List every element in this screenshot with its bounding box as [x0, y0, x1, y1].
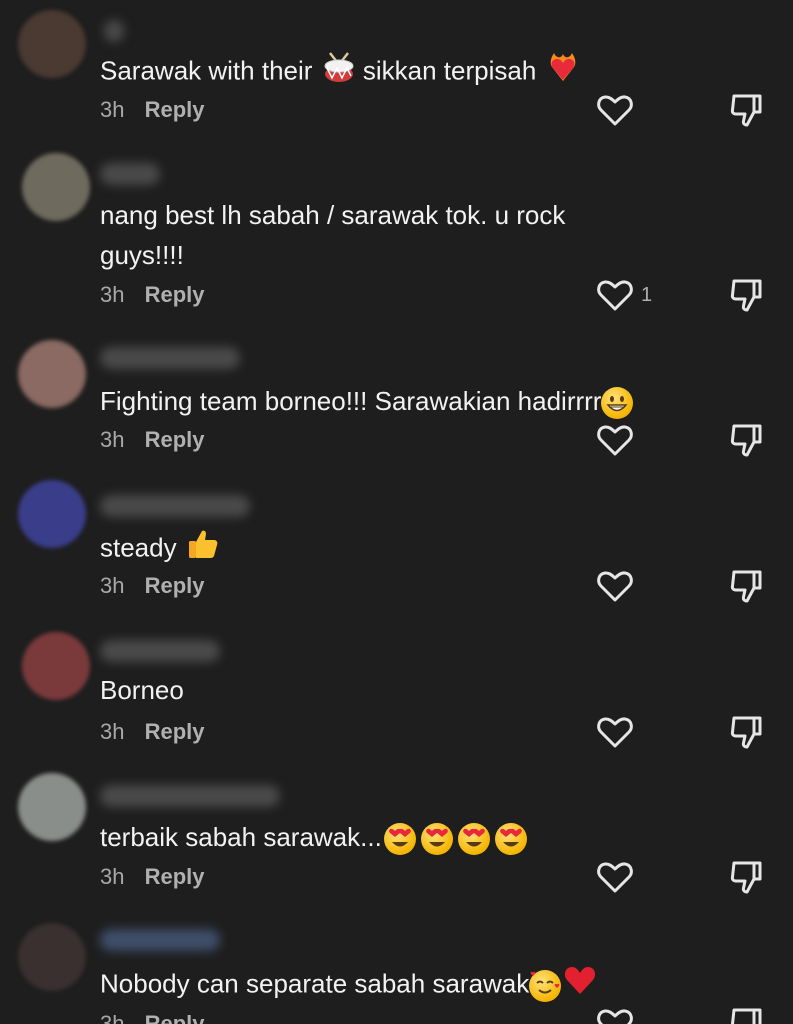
- comment-meta: 3h Reply: [100, 1011, 205, 1024]
- heart-eyes-emoji: [420, 823, 453, 856]
- like-heart-icon[interactable]: [596, 860, 634, 894]
- red-heart-emoji: [563, 963, 597, 1008]
- username-blurred[interactable]: [100, 785, 280, 807]
- reply-button[interactable]: Reply: [145, 282, 205, 307]
- comment-meta: 3h Reply: [100, 864, 205, 890]
- like-heart-icon[interactable]: [596, 423, 634, 457]
- comment-text-part: terbaik sabah sarawak...: [100, 822, 382, 852]
- comment-meta: 3h Reply: [100, 427, 205, 453]
- comment-text: nang best lh sabah / sarawak tok. u rock…: [100, 200, 566, 270]
- thumbs-up-emoji: [186, 527, 220, 572]
- comment-meta: 3h Reply: [100, 719, 205, 745]
- avatar[interactable]: [18, 480, 86, 548]
- dislike-icon[interactable]: [728, 1006, 764, 1024]
- dislike-icon[interactable]: [728, 859, 764, 895]
- comment-item: Nobody can separate sabah sarawak 3h Rep…: [0, 915, 793, 1024]
- like-count: 1: [641, 284, 653, 306]
- grinning-face-emoji: [601, 387, 634, 420]
- comment-time: 3h: [100, 97, 125, 122]
- heart-on-fire-emoji: [546, 50, 580, 95]
- username-blurred[interactable]: [100, 929, 220, 951]
- avatar[interactable]: [22, 153, 90, 221]
- comment-text-part: Fighting team borneo!!! Sarawakian hadir…: [100, 386, 602, 416]
- reply-button[interactable]: Reply: [145, 719, 205, 744]
- reply-button[interactable]: Reply: [145, 1011, 205, 1024]
- heart-eyes-emoji: [383, 823, 416, 856]
- comment-item: Borneo 3h Reply: [0, 620, 793, 765]
- drum-emoji: [322, 50, 356, 95]
- avatar[interactable]: [22, 632, 90, 700]
- like-heart-icon[interactable]: [596, 1007, 634, 1024]
- comment-meta: 3h Reply: [100, 573, 205, 599]
- comment-text-part: steady: [100, 532, 177, 563]
- comment-text: terbaik sabah sarawak...: [100, 817, 640, 857]
- reply-button[interactable]: Reply: [145, 864, 205, 889]
- dislike-icon[interactable]: [728, 92, 764, 128]
- dislike-icon[interactable]: [728, 277, 764, 313]
- comment-meta: 3h Reply: [100, 282, 205, 308]
- comment-text: Sarawak with their sikkan terpisah: [100, 50, 640, 95]
- comment-text-part: Nobody can separate sabah sarawak: [100, 968, 530, 999]
- comment-item: nang best lh sabah / sarawak tok. u rock…: [0, 135, 793, 335]
- avatar[interactable]: [18, 10, 86, 78]
- comment-item: steady 3h Reply: [0, 475, 793, 620]
- reply-button[interactable]: Reply: [145, 573, 205, 598]
- reply-button[interactable]: Reply: [145, 97, 205, 122]
- comment-text: Borneo: [100, 675, 184, 705]
- heart-eyes-emoji: [494, 823, 527, 856]
- avatar[interactable]: [18, 923, 86, 991]
- username-blurred[interactable]: [100, 347, 240, 369]
- comment-time: 3h: [100, 573, 125, 598]
- like-heart-icon[interactable]: [596, 715, 634, 749]
- avatar[interactable]: [18, 773, 86, 841]
- comment-meta: 3h Reply: [100, 97, 205, 123]
- comment-time: 3h: [100, 719, 125, 744]
- comment-time: 3h: [100, 1011, 125, 1024]
- like-heart-icon[interactable]: [596, 278, 634, 312]
- heart-eyes-emoji: [457, 823, 490, 856]
- comment-item: terbaik sabah sarawak... 3h Reply: [0, 765, 793, 915]
- like-heart-icon[interactable]: [596, 93, 634, 127]
- username-blurred[interactable]: [100, 640, 220, 662]
- dislike-icon[interactable]: [728, 568, 764, 604]
- comment-text-part: Sarawak with their: [100, 55, 313, 86]
- comment-time: 3h: [100, 282, 125, 307]
- avatar[interactable]: [18, 340, 86, 408]
- smiling-face-with-hearts-emoji: [529, 969, 562, 1002]
- dislike-icon[interactable]: [728, 422, 764, 458]
- username-blurred[interactable]: [100, 163, 160, 185]
- reply-button[interactable]: Reply: [145, 427, 205, 452]
- comment-item: Sarawak with their sikkan terpisah 3h Re…: [0, 0, 793, 135]
- username-blurred[interactable]: [100, 495, 250, 517]
- like-heart-icon[interactable]: [596, 569, 634, 603]
- comment-time: 3h: [100, 427, 125, 452]
- comment-text-part: sikkan terpisah: [362, 55, 537, 86]
- comment-item: Fighting team borneo!!! Sarawakian hadir…: [0, 335, 793, 475]
- comment-text: Nobody can separate sabah sarawak: [100, 963, 740, 1008]
- username-blurred[interactable]: [104, 20, 124, 42]
- comment-time: 3h: [100, 864, 125, 889]
- comment-text: steady: [100, 527, 640, 572]
- dislike-icon[interactable]: [728, 714, 764, 750]
- comment-text: Fighting team borneo!!! Sarawakian hadir…: [100, 381, 740, 421]
